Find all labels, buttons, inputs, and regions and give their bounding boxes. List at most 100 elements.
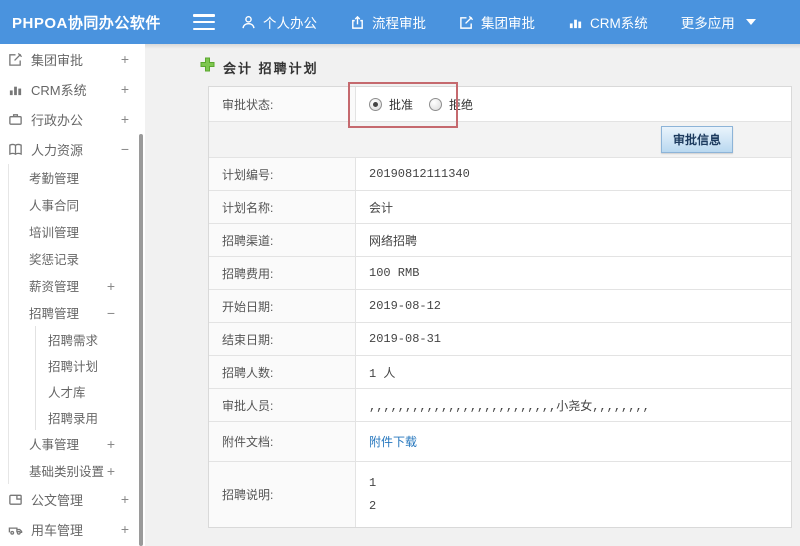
approve-radio-label: 批准 <box>389 97 414 112</box>
table-row-plan-number: 计划编号: 20190812111340 <box>209 158 791 191</box>
sidebar-item-training[interactable]: 培训管理 <box>9 218 145 245</box>
edit-icon <box>8 52 24 67</box>
expand-plus-icon[interactable]: + <box>107 436 115 452</box>
approve-radio[interactable] <box>369 97 382 111</box>
table-row-description: 招聘说明: 1 2 <box>209 462 791 527</box>
table-row-attachment: 附件文档: 附件下载 <box>209 422 791 462</box>
sidebar-item-talent-pool[interactable]: 人才库 <box>36 378 145 404</box>
row-value: 1 人 <box>369 366 396 381</box>
row-label: 计划编号: <box>209 158 356 190</box>
page-title: 会计 招聘计划 <box>200 57 319 77</box>
table-row-headcount: 招聘人数: 1 人 <box>209 356 791 389</box>
sidebar-label: 公文管理 <box>31 492 84 508</box>
reject-radio[interactable] <box>429 97 443 111</box>
row-label: 开始日期: <box>209 290 356 322</box>
expand-plus-icon[interactable]: + <box>121 111 129 127</box>
sidebar-item-attendance[interactable]: 考勤管理 <box>9 164 145 191</box>
recruit-submenu: 招聘需求 招聘计划 人才库 招聘录用 <box>35 326 145 430</box>
hr-submenu: 考勤管理 人事合同 培训管理 奖惩记录 薪资管理 + 招聘管理 − 招聘需求 招… <box>8 164 145 484</box>
sidebar-scrollbar[interactable] <box>139 134 143 546</box>
row-label: 结束日期: <box>209 323 356 355</box>
caret-down-icon <box>745 19 756 25</box>
table-row-recruit-channel: 招聘渠道: 网络招聘 <box>209 224 791 257</box>
sidebar-item-recruit-plan[interactable]: 招聘计划 <box>36 352 145 378</box>
sidebar-item-hr-contract[interactable]: 人事合同 <box>9 191 145 218</box>
sidebar-item-vehicle-mgmt[interactable]: 用车管理 + <box>0 514 145 544</box>
collapse-minus-icon[interactable]: − <box>121 141 129 157</box>
expand-plus-icon[interactable]: + <box>121 491 129 507</box>
book-icon <box>8 142 24 157</box>
sidebar-label: 人力资源 <box>31 142 84 158</box>
approval-info-button[interactable]: 审批信息 <box>660 126 733 153</box>
sidebar-item-recruit-hire[interactable]: 招聘录用 <box>36 404 145 430</box>
table-row-start-date: 开始日期: 2019-08-12 <box>209 290 791 323</box>
car-icon <box>8 522 24 537</box>
row-value: ,,,,,,,,,,,,,,,,,,,,,,,,,,小尧女,,,,,,,, <box>369 399 650 414</box>
sidebar-label: 集团审批 <box>31 52 84 68</box>
sidebar-item-rewards[interactable]: 奖惩记录 <box>9 245 145 272</box>
edit-icon <box>459 15 474 30</box>
nav-label: CRM系统 <box>590 16 648 31</box>
sidebar-label: 人事管理 <box>29 438 80 452</box>
row-label: 招聘人数: <box>209 356 356 388</box>
page-title-text: 会计 招聘计划 <box>223 60 319 76</box>
table-row-approvers: 审批人员: ,,,,,,,,,,,,,,,,,,,,,,,,,,小尧女,,,,,… <box>209 389 791 422</box>
sidebar-label: 人事合同 <box>29 199 80 213</box>
sidebar-item-admin-office[interactable]: 行政办公 + <box>0 104 145 134</box>
expand-plus-icon[interactable]: + <box>107 278 115 294</box>
briefcase-icon <box>8 112 24 127</box>
sidebar-item-recruit-demand[interactable]: 招聘需求 <box>36 326 145 352</box>
sidebar-label: 行政办公 <box>31 112 84 128</box>
top-navigation-bar: PHPOA协同办公软件 个人办公 流程审批 集团审批 CRM系统 更多应用 <box>0 0 800 44</box>
sidebar-label: 用车管理 <box>31 522 84 538</box>
sidebar-item-document-mgmt[interactable]: 公文管理 + <box>0 484 145 514</box>
nav-label: 更多应用 <box>680 16 735 31</box>
nav-group-approval[interactable]: 集团审批 <box>459 12 535 32</box>
main-content: 会计 招聘计划 审批状态: 批准 拒绝 审批信息 计划编号: 201908121… <box>145 44 800 546</box>
process-icon <box>350 15 365 30</box>
nav-personal-office[interactable]: 个人办公 <box>241 12 317 32</box>
expand-plus-icon[interactable]: + <box>121 521 129 537</box>
approval-status-row: 审批状态: 批准 拒绝 <box>209 87 791 122</box>
collapse-minus-icon[interactable]: − <box>107 305 115 321</box>
sidebar-label: 奖惩记录 <box>29 253 80 267</box>
sidebar-label: 薪资管理 <box>29 280 80 294</box>
nav-more-apps[interactable]: 更多应用 <box>681 12 756 32</box>
nav-label: 流程审批 <box>372 16 426 31</box>
chart-icon <box>8 82 24 97</box>
sidebar-item-crm[interactable]: CRM系统 + <box>0 74 145 104</box>
row-label: 计划名称: <box>209 191 356 223</box>
nav-label: 个人办公 <box>263 16 317 31</box>
row-value: 2019-08-31 <box>369 332 442 346</box>
sidebar-label: 招聘需求 <box>48 333 99 348</box>
sidebar-item-base-category[interactable]: 基础类别设置 + <box>9 457 145 484</box>
person-icon <box>241 15 256 30</box>
recruit-plan-detail-table: 审批状态: 批准 拒绝 审批信息 计划编号: 20190812111340 计划… <box>208 86 792 528</box>
sidebar-label: 人才库 <box>48 385 86 400</box>
expand-plus-icon[interactable]: + <box>121 81 129 97</box>
sidebar-item-personnel-mgmt[interactable]: 人事管理 + <box>9 430 145 457</box>
row-label: 招聘渠道: <box>209 224 356 256</box>
sidebar-label: 基础类别设置 <box>29 465 105 479</box>
description-line: 1 <box>369 476 377 490</box>
sidebar-label: 招聘管理 <box>29 307 80 321</box>
nav-process-approval[interactable]: 流程审批 <box>350 12 426 32</box>
row-label: 招聘说明: <box>209 462 356 527</box>
row-value: 会计 <box>369 201 394 216</box>
row-value: 20190812111340 <box>369 167 470 181</box>
sidebar-item-group-approval[interactable]: 集团审批 + <box>0 44 145 74</box>
attachment-download-link[interactable]: 附件下载 <box>369 433 417 450</box>
approval-action-row: 审批信息 <box>209 122 791 158</box>
description-line: 2 <box>369 499 377 513</box>
sidebar-label: 考勤管理 <box>29 172 80 186</box>
sidebar-item-human-resources[interactable]: 人力资源 − <box>0 134 145 164</box>
chart-icon <box>568 15 583 30</box>
nav-crm-system[interactable]: CRM系统 <box>568 12 648 32</box>
expand-plus-icon[interactable]: + <box>121 51 129 67</box>
sidebar-item-salary[interactable]: 薪资管理 + <box>9 272 145 299</box>
table-row-plan-name: 计划名称: 会计 <box>209 191 791 224</box>
sidebar: 集团审批 + CRM系统 + 行政办公 + 人力资源 − 考勤管理 人事合同 培… <box>0 44 145 546</box>
hamburger-menu-icon[interactable] <box>193 14 215 30</box>
sidebar-item-recruit-mgmt[interactable]: 招聘管理 − <box>9 299 145 326</box>
expand-plus-icon[interactable]: + <box>107 463 115 479</box>
